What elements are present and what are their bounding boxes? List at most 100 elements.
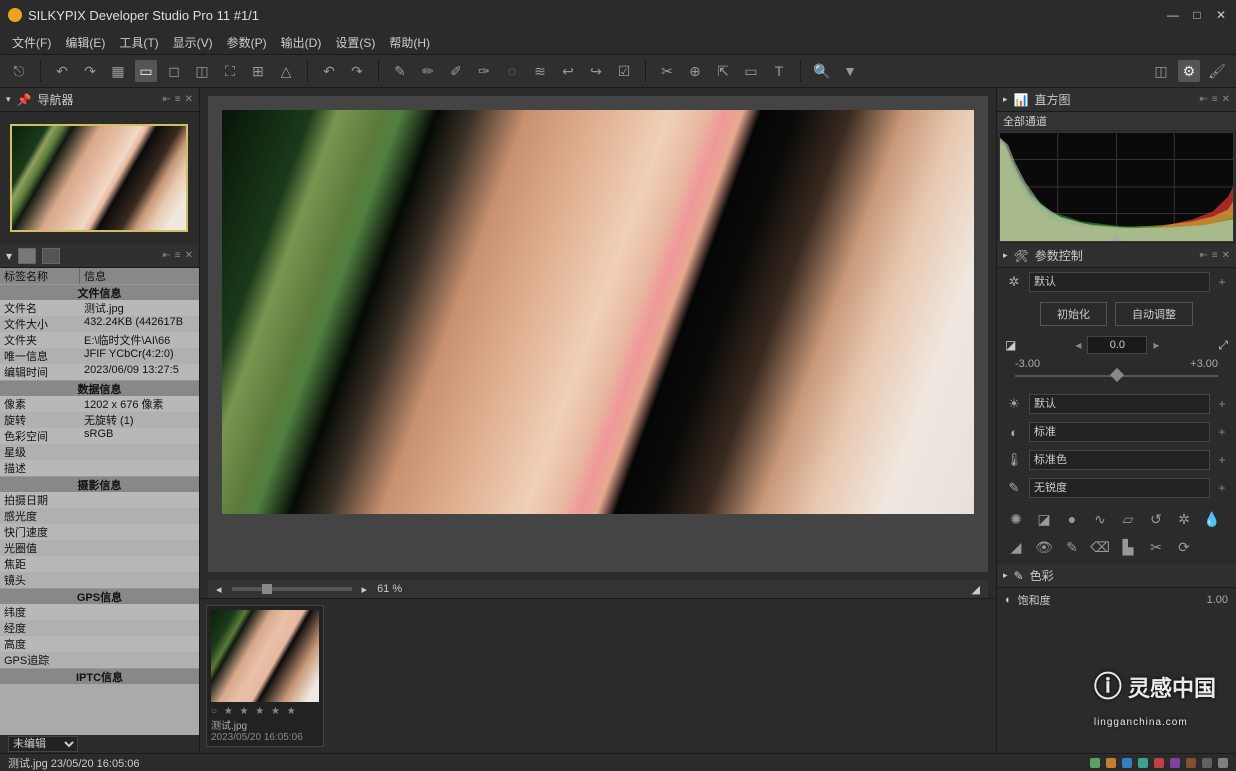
brush1-icon[interactable]: ✎	[389, 60, 411, 82]
sliders-icon[interactable]: ⚙	[1178, 60, 1200, 82]
thumbnail-card[interactable]: ○ ★ ★ ★ ★ ★ 测试.jpg 2023/05/20 16:05:06	[206, 605, 324, 747]
maximize-icon[interactable]: □	[1190, 8, 1204, 22]
ev-value[interactable]: 0.0	[1087, 336, 1147, 354]
color-tag[interactable]	[1122, 758, 1132, 768]
menu-icon[interactable]: ≡	[175, 250, 181, 261]
crop2-icon[interactable]: ✂	[1147, 538, 1165, 556]
grid-icon[interactable]: ▦	[107, 60, 129, 82]
reset-icon[interactable]: ↺	[1147, 510, 1165, 528]
layout-icon[interactable]: ⊞	[247, 60, 269, 82]
color-tag[interactable]	[1170, 758, 1180, 768]
chevron-left-icon[interactable]: ◂	[216, 583, 222, 596]
menu-view[interactable]: 显示(V)	[173, 34, 213, 51]
text-icon[interactable]: T	[768, 60, 790, 82]
image-canvas[interactable]	[208, 96, 988, 572]
single-view-icon[interactable]: ▭	[135, 60, 157, 82]
ev-dec-icon[interactable]: ◂	[1075, 338, 1081, 352]
close-panel-icon[interactable]: ✕	[185, 94, 193, 105]
menu-help[interactable]: 帮助(H)	[389, 34, 430, 51]
auto-adjust-button[interactable]: 自动调整	[1115, 302, 1193, 326]
panel-layout-icon[interactable]: ◫	[1150, 60, 1172, 82]
color-select[interactable]: 标准色	[1029, 450, 1210, 470]
init-button[interactable]: 初始化	[1040, 302, 1107, 326]
histogram-header[interactable]: ▸ 📊 直方图 ⇤≡✕	[997, 88, 1236, 112]
brush3-icon[interactable]: ✐	[445, 60, 467, 82]
color-section-header[interactable]: ▸ ✎ 色彩	[997, 564, 1236, 588]
compare2-icon[interactable]: ◫	[191, 60, 213, 82]
heal-icon[interactable]: ✎	[1063, 538, 1081, 556]
navigator-header[interactable]: ▾ 📌 导航器 ⇤≡✕	[0, 88, 199, 112]
gradient-icon[interactable]: ◢	[1007, 538, 1025, 556]
collapse-icon[interactable]: ⇤	[162, 94, 170, 105]
color-tag[interactable]	[1154, 758, 1164, 768]
perspective-icon[interactable]: ▱	[1119, 510, 1137, 528]
navigator-thumbnail[interactable]	[0, 112, 199, 244]
zoom-slider[interactable]	[232, 587, 352, 591]
brush2-icon[interactable]: ✏	[417, 60, 439, 82]
warning-icon[interactable]: △	[275, 60, 297, 82]
menu-settings[interactable]: 设置(S)	[335, 34, 375, 51]
preset-select[interactable]: 默认	[1029, 272, 1210, 292]
back-icon[interactable]: ↩	[557, 60, 579, 82]
erase-icon[interactable]: ⌫	[1091, 538, 1109, 556]
menu-params[interactable]: 参数(P)	[227, 34, 267, 51]
ev-slider[interactable]	[1015, 370, 1218, 384]
color-tag[interactable]	[1106, 758, 1116, 768]
close-panel-icon[interactable]: ✕	[185, 250, 193, 261]
brush-tool-icon[interactable]: 🖌	[1206, 60, 1228, 82]
menu-tools[interactable]: 工具(T)	[119, 34, 158, 51]
fullscreen-icon[interactable]: ⛶	[219, 60, 241, 82]
rating-stars[interactable]: ○ ★ ★ ★ ★ ★	[211, 706, 319, 717]
minimize-icon[interactable]: —	[1166, 8, 1180, 22]
refresh-icon[interactable]: ⟳	[1175, 538, 1193, 556]
color-tag[interactable]	[1218, 758, 1228, 768]
menu-file[interactable]: 文件(F)	[12, 34, 51, 51]
expand-icon[interactable]: ⤢	[1218, 338, 1228, 353]
edit-status-select[interactable]: 未编辑	[8, 736, 78, 752]
color-tag[interactable]	[1202, 758, 1212, 768]
crop-icon[interactable]: ✂	[656, 60, 678, 82]
highlight-icon[interactable]: ✺	[1007, 510, 1025, 528]
export2-icon[interactable]: ⇱	[712, 60, 734, 82]
menu-output[interactable]: 输出(D)	[281, 34, 322, 51]
drop-icon[interactable]: 💧	[1203, 510, 1221, 528]
filter-icon[interactable]: ▼	[839, 60, 861, 82]
forward-icon[interactable]: ↪	[585, 60, 607, 82]
search-icon[interactable]: 🔍	[811, 60, 833, 82]
rect-icon[interactable]: ▭	[740, 60, 762, 82]
params-header[interactable]: ▸ 🛠 参数控制 ⇤≡✕	[997, 244, 1236, 268]
levels-icon[interactable]: ◪	[1035, 510, 1053, 528]
vignette-icon[interactable]: ●	[1063, 510, 1081, 528]
tone-select[interactable]: 标准	[1029, 422, 1210, 442]
color-tag[interactable]	[1186, 758, 1196, 768]
saturation-row[interactable]: ◐ 饱和度 1.00	[997, 588, 1236, 612]
export-icon[interactable]: ⎋	[8, 60, 30, 82]
add-preset-icon[interactable]: +	[1216, 275, 1228, 289]
curve-icon[interactable]: ∿	[1091, 510, 1109, 528]
rotate-right-icon[interactable]: ↷	[79, 60, 101, 82]
menu-edit[interactable]: 编辑(E)	[65, 34, 105, 51]
lasso-icon[interactable]: ◌	[501, 60, 523, 82]
wb-select[interactable]: 默认	[1029, 394, 1210, 414]
color-tag[interactable]	[1090, 758, 1100, 768]
layers-icon[interactable]: ≋	[529, 60, 551, 82]
ev-inc-icon[interactable]: ▸	[1153, 338, 1159, 352]
chevron-right-icon[interactable]: ▸	[362, 583, 368, 596]
compare1-icon[interactable]: ◻	[163, 60, 185, 82]
close-icon[interactable]: ✕	[1214, 8, 1228, 22]
brush4-icon[interactable]: ✑	[473, 60, 495, 82]
rotate-left-icon[interactable]: ↶	[51, 60, 73, 82]
color-tag[interactable]	[1138, 758, 1148, 768]
fisheye-icon[interactable]: 👁	[1035, 538, 1053, 556]
tab-folder[interactable]	[42, 248, 60, 264]
clone-icon[interactable]: ⊕	[684, 60, 706, 82]
settings2-icon[interactable]: ✲	[1175, 510, 1193, 528]
menu-icon[interactable]: ≡	[175, 94, 181, 105]
sharp-select[interactable]: 无锐度	[1029, 478, 1210, 498]
collapse-icon[interactable]: ⇤	[162, 250, 170, 261]
undo-icon[interactable]: ↶	[318, 60, 340, 82]
resize-handle-icon[interactable]: ◢	[972, 583, 980, 596]
mask-icon[interactable]: ▙	[1119, 538, 1137, 556]
tab-metadata[interactable]	[18, 248, 36, 264]
channel-selector[interactable]: 全部通道	[997, 112, 1236, 130]
